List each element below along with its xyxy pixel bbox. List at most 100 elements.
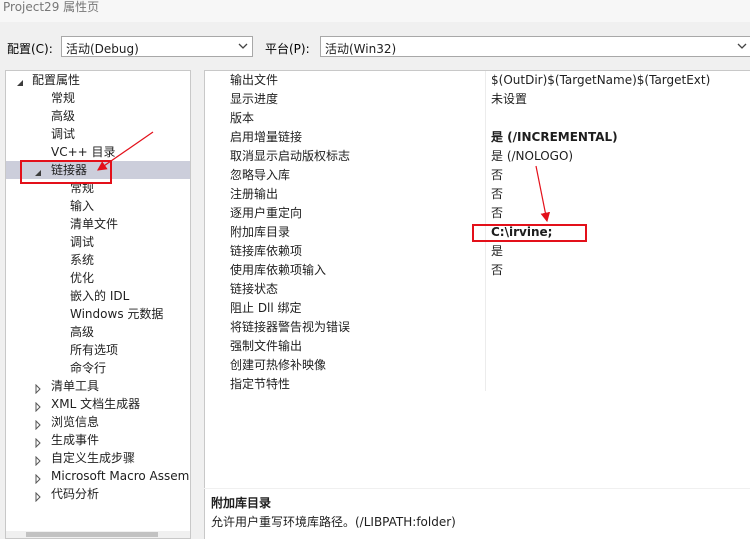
tree-item-label: 清单工具: [51, 379, 100, 393]
tree-item[interactable]: 生成事件: [6, 431, 190, 449]
property-row[interactable]: 阻止 Dll 绑定: [205, 299, 750, 318]
tree-item-label: 代码分析: [51, 487, 100, 501]
platform-dropdown[interactable]: 活动(Win32): [320, 36, 750, 57]
property-name: 将链接器警告视为错误: [230, 320, 351, 334]
property-row[interactable]: 取消显示启动版权标志 是 (/NOLOGO): [205, 147, 750, 166]
property-row[interactable]: 链接库依赖项 是: [205, 242, 750, 261]
property-row[interactable]: 创建可热修补映像: [205, 356, 750, 375]
linker-highlight-box: [20, 160, 112, 184]
property-name: 使用库依赖项输入: [230, 263, 327, 277]
tree-item[interactable]: 清单文件: [6, 215, 190, 233]
property-value[interactable]: 是 (/NOLOGO): [491, 147, 573, 166]
property-value[interactable]: 否: [491, 261, 503, 280]
tree-item[interactable]: 配置属性: [6, 71, 190, 89]
property-row[interactable]: 将链接器警告视为错误: [205, 318, 750, 337]
collapsed-triangle-icon[interactable]: [34, 489, 42, 503]
title-bar: Project29 属性页: [0, 0, 750, 22]
platform-value: 活动(Win32): [325, 42, 397, 56]
property-row[interactable]: 注册输出 否: [205, 185, 750, 204]
property-name: 附加库目录: [230, 225, 291, 239]
property-name: 启用增量链接: [230, 130, 303, 144]
property-value[interactable]: 是: [491, 242, 503, 261]
tree-item[interactable]: 清单工具: [6, 377, 190, 395]
tree-item-label: 配置属性: [32, 73, 81, 87]
property-row[interactable]: 忽略导入库 否: [205, 166, 750, 185]
description-text: 允许用户重写环境库路径。(/LIBPATH:folder): [211, 515, 456, 529]
scrollbar-thumb[interactable]: [26, 532, 158, 537]
tree-item[interactable]: Microsoft Macro Assem: [6, 467, 190, 485]
tree-item[interactable]: 常规: [6, 89, 190, 107]
property-row[interactable]: 使用库依赖项输入 否: [205, 261, 750, 280]
collapsed-triangle-icon[interactable]: [34, 435, 42, 449]
tree-item-label: 生成事件: [51, 433, 100, 447]
tree-item[interactable]: 浏览信息: [6, 413, 190, 431]
property-row[interactable]: 启用增量链接 是 (/INCREMENTAL): [205, 128, 750, 147]
property-name: 指定节特性: [230, 377, 291, 391]
tree-item[interactable]: 输入: [6, 197, 190, 215]
config-toolbar: 配置(C): 活动(Debug) 平台(P): 活动(Win32): [0, 22, 750, 68]
description-panel: 附加库目录 允许用户重写环境库路径。(/LIBPATH:folder): [204, 489, 750, 539]
tree-item-label: 高级: [51, 109, 76, 123]
collapsed-triangle-icon[interactable]: [34, 381, 42, 395]
collapsed-triangle-icon[interactable]: [34, 471, 42, 485]
collapsed-triangle-icon[interactable]: [34, 417, 42, 431]
tree-item-label: 系统: [70, 253, 95, 267]
tree-item[interactable]: VC++ 目录: [6, 143, 190, 161]
tree-item-label: 优化: [70, 271, 95, 285]
tree-item-label: 调试: [70, 235, 95, 249]
tree-item[interactable]: 代码分析: [6, 485, 190, 503]
tree-item[interactable]: 调试: [6, 125, 190, 143]
tree-item[interactable]: 系统: [6, 251, 190, 269]
description-title: 附加库目录: [211, 496, 272, 510]
tree-item[interactable]: Windows 元数据: [6, 305, 190, 323]
tree-item[interactable]: XML 文档生成器: [6, 395, 190, 413]
tree-item-label: VC++ 目录: [51, 145, 116, 159]
tree-item[interactable]: 高级: [6, 107, 190, 125]
tree-item-label: 常规: [51, 91, 76, 105]
property-value[interactable]: 否: [491, 185, 503, 204]
property-name: 阻止 Dll 绑定: [230, 301, 302, 315]
property-value[interactable]: 未设置: [491, 90, 527, 109]
property-name: 链接状态: [230, 282, 279, 296]
property-row[interactable]: 显示进度 未设置: [205, 90, 750, 109]
tree-item-label: Microsoft Macro Assem: [51, 469, 190, 483]
tree-item[interactable]: 优化: [6, 269, 190, 287]
tree-item[interactable]: 自定义生成步骤: [6, 449, 190, 467]
property-row[interactable]: 版本: [205, 109, 750, 128]
tree-item-label: 自定义生成步骤: [51, 451, 136, 465]
property-row[interactable]: 输出文件 $(OutDir)$(TargetName)$(TargetExt): [205, 71, 750, 90]
tree-item[interactable]: 嵌入的 IDL: [6, 287, 190, 305]
tree-item[interactable]: 调试: [6, 233, 190, 251]
tree-item[interactable]: 命令行: [6, 359, 190, 377]
tree-item-label: 清单文件: [70, 217, 119, 231]
property-row[interactable]: 逐用户重定向 否: [205, 204, 750, 223]
config-dropdown[interactable]: 活动(Debug): [61, 36, 253, 57]
collapsed-triangle-icon[interactable]: [34, 453, 42, 467]
tree-item-label: Windows 元数据: [70, 307, 164, 321]
property-value[interactable]: 是 (/INCREMENTAL): [491, 128, 618, 147]
tree-item[interactable]: 高级: [6, 323, 190, 341]
property-name: 显示进度: [230, 92, 279, 106]
property-grid: 输出文件 $(OutDir)$(TargetName)$(TargetExt) 显示…: [204, 70, 750, 488]
property-value[interactable]: $(OutDir)$(TargetName)$(TargetExt): [491, 71, 710, 90]
tree-item-label: 命令行: [70, 361, 107, 375]
collapsed-triangle-icon[interactable]: [34, 399, 42, 413]
property-name: 链接库依赖项: [230, 244, 303, 258]
property-name: 取消显示启动版权标志: [230, 149, 351, 163]
property-row[interactable]: 指定节特性: [205, 375, 750, 394]
libdir-highlight-box: [472, 224, 587, 242]
tree-item-label: XML 文档生成器: [51, 397, 141, 411]
property-name: 忽略导入库: [230, 168, 291, 182]
property-row[interactable]: 链接状态: [205, 280, 750, 299]
tree-horizontal-scrollbar[interactable]: [6, 531, 190, 538]
tree-item-label: 所有选项: [70, 343, 119, 357]
tree-item-label: 调试: [51, 127, 76, 141]
property-tree: 代码分析 Microsoft Macro Assem 自定义生成步骤 生成事件 浏览信息…: [5, 70, 191, 539]
tree-item[interactable]: 所有选项: [6, 341, 190, 359]
property-value[interactable]: 否: [491, 166, 503, 185]
property-value[interactable]: 否: [491, 204, 503, 223]
expanded-triangle-icon[interactable]: [16, 75, 24, 86]
property-row[interactable]: 强制文件输出: [205, 337, 750, 356]
tree-item-label: 浏览信息: [51, 415, 100, 429]
tree-item-label: 高级: [70, 325, 95, 339]
